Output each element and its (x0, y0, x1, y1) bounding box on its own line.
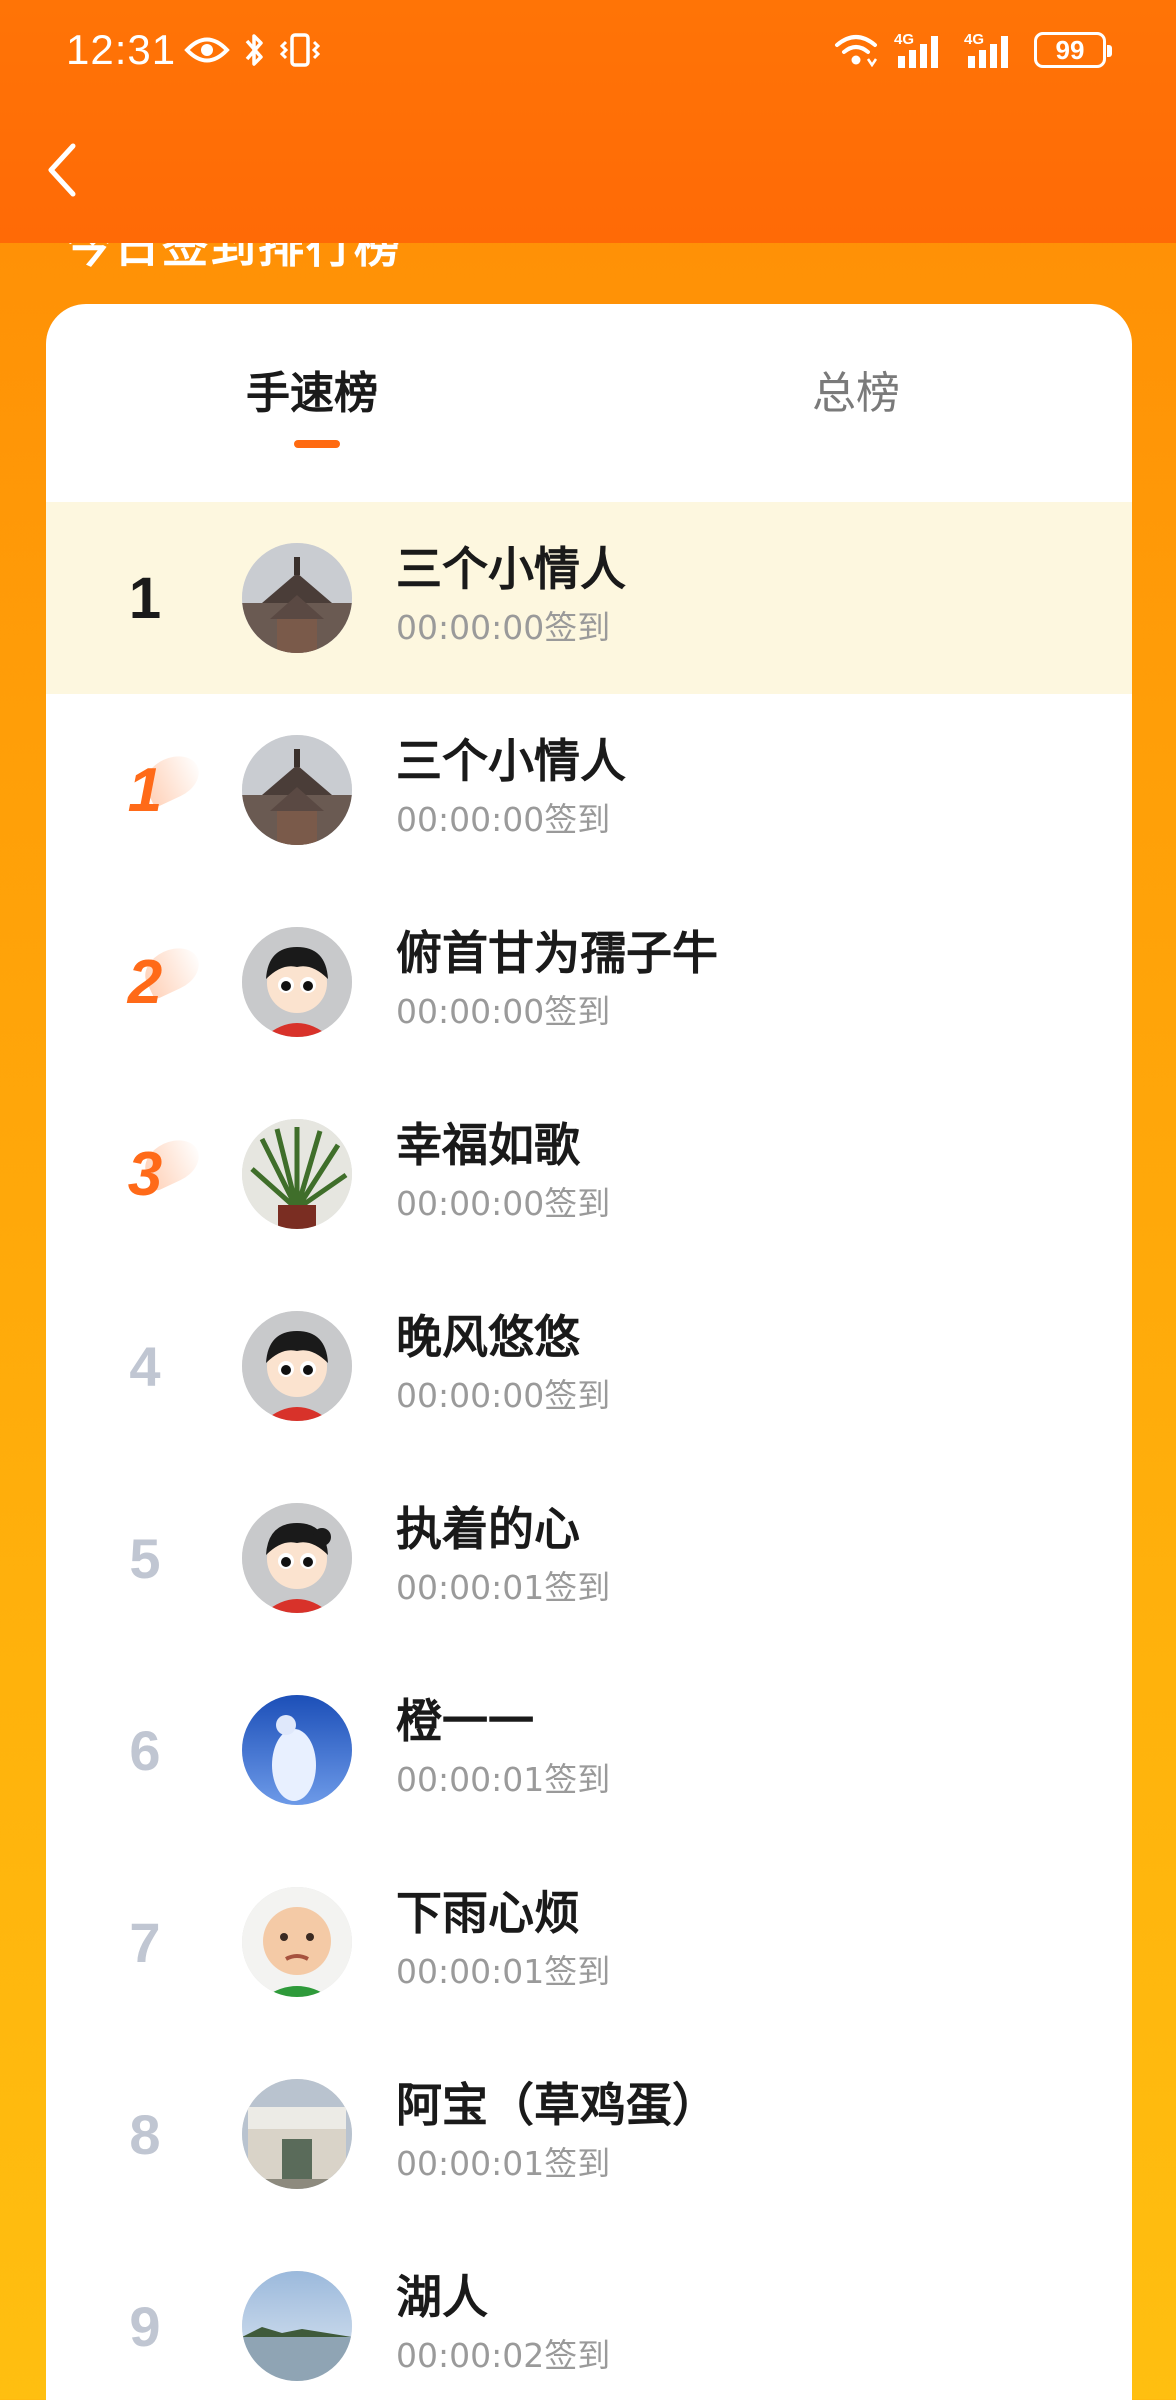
user-name: 下雨心烦 (396, 1886, 580, 1940)
user-name: 湖人 (396, 2270, 488, 2324)
user-name: 阿宝（草鸡蛋） (396, 2078, 718, 2132)
checkin-time: 00:00:00签到 (396, 608, 611, 647)
checkin-time: 00:00:01签到 (396, 1568, 611, 1607)
eye-icon (184, 37, 230, 63)
list-item[interactable]: 5 执着的心 00:00:01签到 (46, 1462, 1132, 1654)
battery-icon: 99 (1034, 32, 1112, 68)
checkin-time: 00:00:01签到 (396, 2144, 611, 2183)
vibrate-icon (280, 33, 320, 67)
signal-4g-icon: 4G (964, 31, 1008, 68)
my-rank-row[interactable]: 1 三个小情人 00:00:00签到 (46, 502, 1132, 694)
rank-number: 4 (129, 1334, 161, 1398)
baby-avatar (242, 1887, 352, 1997)
medal-rank: 1 (100, 694, 190, 886)
user-name: 俯首甘为孺子牛 (396, 926, 718, 980)
checkin-time: 00:00:00签到 (396, 1376, 611, 1415)
status-time: 12:31 (66, 26, 177, 73)
user-name: 橙一一 (396, 1694, 534, 1748)
top-header: 12:31 4G 4G 99 (0, 0, 1176, 243)
list-item[interactable]: 4 晚风悠悠 00:00:00签到 (46, 1270, 1132, 1462)
user-name: 三个小情人 (396, 734, 626, 788)
svg-text:4G: 4G (894, 31, 914, 48)
checkin-time: 00:00:01签到 (396, 1952, 611, 1991)
cartoon-face-avatar (242, 1503, 352, 1613)
user-name: 幸福如歌 (396, 1118, 580, 1172)
pagoda-avatar (242, 735, 352, 845)
svg-text:4G: 4G (964, 31, 984, 48)
user-name: 三个小情人 (396, 542, 626, 596)
rank-number: 9 (129, 2294, 161, 2358)
list-item[interactable]: 3 幸福如歌 00:00:00签到 (46, 1078, 1132, 1270)
checkin-time: 00:00:01签到 (396, 1760, 611, 1799)
list-item[interactable]: 2 俯首甘为孺子牛 00:00:00签到 (46, 886, 1132, 1078)
rank-number: 2 (127, 947, 163, 1017)
status-bar: 12:31 4G 4G 99 (0, 0, 1176, 100)
cartoon-face-avatar (242, 1311, 352, 1421)
checkin-time: 00:00:00签到 (396, 800, 611, 839)
status-icons-left (184, 28, 320, 72)
blue-figure-avatar (242, 1695, 352, 1805)
checkin-time: 00:00:00签到 (396, 1184, 611, 1223)
rank-number: 8 (129, 2102, 161, 2166)
cartoon-face-avatar (242, 927, 352, 1037)
bluetooth-icon (245, 34, 263, 66)
checkin-time: 00:00:02签到 (396, 2336, 611, 2375)
medal-rank: 2 (100, 886, 190, 1078)
active-tab-indicator (294, 440, 340, 448)
medal-rank: 3 (100, 1078, 190, 1270)
wifi-icon (835, 35, 878, 67)
list-item[interactable]: 1 三个小情人 00:00:00签到 (46, 694, 1132, 886)
rank-number: 3 (127, 1139, 163, 1209)
chevron-left-icon (48, 143, 76, 197)
park-gate-avatar (242, 2079, 352, 2189)
user-name: 执着的心 (396, 1502, 580, 1556)
back-button[interactable] (38, 138, 86, 202)
list-item[interactable]: 8 阿宝（草鸡蛋） 00:00:01签到 (46, 2038, 1132, 2230)
lake-avatar (242, 2271, 352, 2381)
tab-total-ranking[interactable]: 总榜 (812, 364, 900, 424)
signal-4g-icon: 4G (894, 31, 938, 68)
leaderboard-card: 手速榜 总榜 1 三个小情人 00:00:00签到 1 三个小情人 00:00:… (46, 304, 1132, 2400)
tab-bar: 手速榜 总榜 (46, 304, 1132, 502)
rank-number: 1 (127, 755, 163, 825)
list-item[interactable]: 6 橙一一 00:00:01签到 (46, 1654, 1132, 1846)
rank-number: 7 (129, 1910, 161, 1974)
pagoda-avatar (242, 543, 352, 653)
rank-number: 5 (129, 1526, 161, 1590)
tab-speed-ranking[interactable]: 手速榜 (246, 364, 378, 424)
list-item[interactable]: 9 湖人 00:00:02签到 (46, 2230, 1132, 2400)
ranking-list: 1 三个小情人 00:00:00签到 1 三个小情人 00:00:00签到 2 … (46, 502, 1132, 2400)
list-item[interactable]: 7 下雨心烦 00:00:01签到 (46, 1846, 1132, 2038)
rank-number: 1 (128, 565, 162, 631)
checkin-time: 00:00:00签到 (396, 992, 611, 1031)
rank-number: 6 (129, 1718, 161, 1782)
plant-avatar (242, 1119, 352, 1229)
status-icons-right: 4G 4G 99 (834, 26, 1112, 74)
user-name: 晚风悠悠 (396, 1310, 580, 1364)
